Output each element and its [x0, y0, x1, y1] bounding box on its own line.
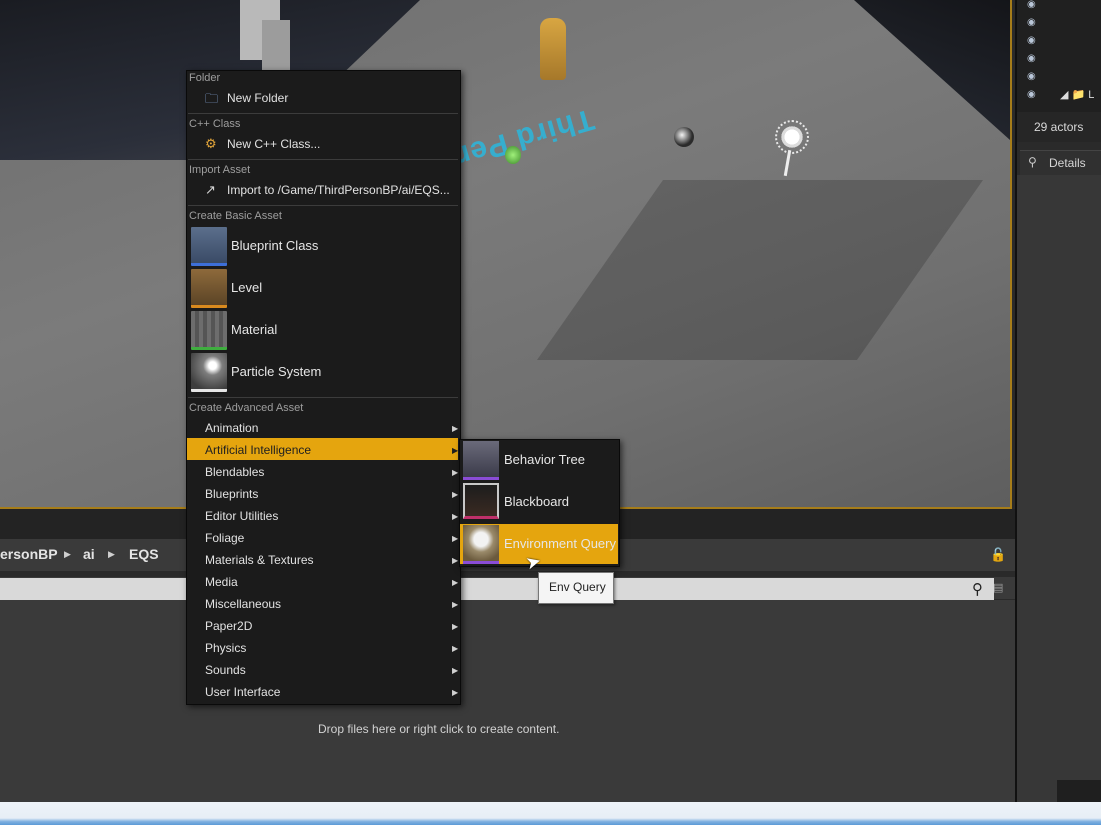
details-panel [1017, 175, 1101, 825]
section-header-folder: Folder [189, 72, 221, 84]
expand-arrow-icon[interactable]: ◢ [1060, 89, 1068, 101]
breadcrumb-separator-icon[interactable]: ▶ [64, 549, 71, 560]
particle-system-item[interactable] [188, 352, 458, 392]
menu-divider [188, 159, 458, 160]
viewport-pillar [262, 20, 290, 75]
floor-shadow [536, 180, 984, 360]
blueprint-class-icon [191, 227, 227, 266]
submenu-arrow-icon: ▶ [452, 446, 459, 455]
new-folder-icon: 🗀 [205, 91, 219, 106]
visibility-eye-icon[interactable]: ◉ [1027, 36, 1041, 46]
material-item[interactable] [188, 310, 458, 350]
menu-item-label: Miscellaneous [205, 597, 282, 611]
folder-icon: 📁 [1071, 89, 1086, 101]
visibility-eye-icon[interactable]: ◉ [1027, 72, 1041, 82]
blueprint-class-label: Blueprint Class [231, 238, 319, 253]
menu-item-label: Animation [205, 421, 259, 435]
menu-divider [188, 113, 458, 114]
particle-system-label: Particle System [231, 364, 322, 379]
submenu-arrow-icon: ▶ [452, 424, 459, 433]
submenu-arrow-icon: ▶ [452, 490, 459, 499]
environment-query-label: Environment Query [504, 536, 616, 551]
menu-item-label: Materials & Textures [205, 553, 314, 567]
visibility-eye-icon[interactable]: ◉ [1027, 54, 1041, 64]
breadcrumb-item[interactable]: EQS [129, 546, 159, 562]
level-icon [191, 269, 227, 308]
import-label: Import to /Game/ThirdPersonBP/ai/EQS... [227, 183, 450, 197]
new-folder-label: New Folder [227, 91, 289, 105]
visibility-eye-icon[interactable]: ◉ [1027, 18, 1041, 28]
details-tab-label: Details [1049, 156, 1086, 170]
outliner-folder-label: L [1088, 89, 1095, 101]
light-direction-arrow [783, 149, 792, 177]
green-actor[interactable] [505, 146, 521, 164]
submenu-arrow-icon: ▶ [452, 578, 459, 587]
viewport-sky-right [854, 0, 1010, 140]
behavior-tree-icon [463, 441, 499, 480]
visibility-eye-icon[interactable]: ◉ [1027, 90, 1041, 100]
section-header-import: Import Asset [189, 164, 251, 176]
bottom-panel-corner [1057, 780, 1101, 802]
taskbar [0, 802, 1101, 825]
submenu-arrow-icon: ▶ [452, 688, 459, 697]
import-icon: ↗ [205, 182, 216, 197]
submenu-arrow-icon: ▶ [452, 622, 459, 631]
lock-icon[interactable]: 🔓 [990, 547, 1006, 563]
details-magnifier-icon: ⚲ [1028, 155, 1037, 169]
menu-item-label: User Interface [205, 685, 281, 699]
breadcrumb-item[interactable]: ersonBP [0, 546, 58, 562]
reflection-sphere[interactable] [674, 127, 694, 147]
submenu-arrow-icon: ▶ [452, 468, 459, 477]
drop-hint: Drop files here or right click to create… [318, 722, 560, 736]
submenu-arrow-icon: ▶ [452, 556, 459, 565]
behavior-tree-label: Behavior Tree [504, 452, 585, 467]
submenu-arrow-icon: ▶ [452, 512, 459, 521]
menu-item-label: Blendables [205, 465, 265, 479]
level-label: Level [231, 280, 263, 295]
menu-item-label: Editor Utilities [205, 509, 279, 523]
particle-system-icon [191, 353, 227, 392]
light-source-icon[interactable] [775, 120, 809, 154]
new-cpp-class-label: New C++ Class... [227, 137, 321, 151]
material-icon [191, 311, 227, 350]
visibility-eye-icon[interactable]: ◉ [1027, 0, 1041, 10]
menu-item-label: Physics [205, 641, 247, 655]
search-input[interactable] [0, 578, 994, 600]
menu-item-label: Paper2D [205, 619, 253, 633]
submenu-arrow-icon: ▶ [452, 600, 459, 609]
menu-item-label: Artificial Intelligence [205, 443, 312, 457]
blackboard-label: Blackboard [504, 494, 570, 509]
environment-query-icon [463, 525, 499, 564]
menu-divider [188, 205, 458, 206]
asset-view[interactable] [0, 600, 1015, 802]
breadcrumb-separator-icon[interactable]: ▶ [108, 549, 115, 560]
section-header-basic: Create Basic Asset [189, 210, 282, 222]
section-header-cpp: C++ Class [189, 118, 241, 130]
blueprint-class-item[interactable] [188, 226, 458, 266]
material-label: Material [231, 322, 278, 337]
blackboard-icon [463, 483, 499, 519]
menu-item-label: Sounds [205, 663, 246, 677]
save-search-icon[interactable]: ▤ [993, 581, 1003, 594]
viewport-3d-text: Third Per [453, 102, 598, 173]
actor-count: 29 actors [1034, 120, 1084, 134]
breadcrumb-item[interactable]: ai [83, 546, 95, 562]
submenu-arrow-icon: ▶ [452, 534, 459, 543]
menu-item-label: Media [205, 575, 238, 589]
cpp-class-icon: ⚙ [205, 136, 217, 151]
level-viewport[interactable]: Third Per [0, 0, 1012, 509]
submenu-arrow-icon: ▶ [452, 644, 459, 653]
submenu-arrow-icon: ▶ [452, 666, 459, 675]
menu-divider [188, 397, 458, 398]
level-item[interactable] [188, 268, 458, 308]
search-icon[interactable]: ⚲ [972, 580, 983, 598]
menu-item-label: Foliage [205, 531, 245, 545]
character-mesh[interactable] [540, 18, 566, 80]
menu-item-label: Blueprints [205, 487, 259, 501]
section-header-advanced: Create Advanced Asset [189, 402, 304, 414]
outliner-folder-row[interactable]: ◢ 📁 L [1060, 88, 1094, 101]
tooltip-text: Env Query [549, 580, 606, 594]
